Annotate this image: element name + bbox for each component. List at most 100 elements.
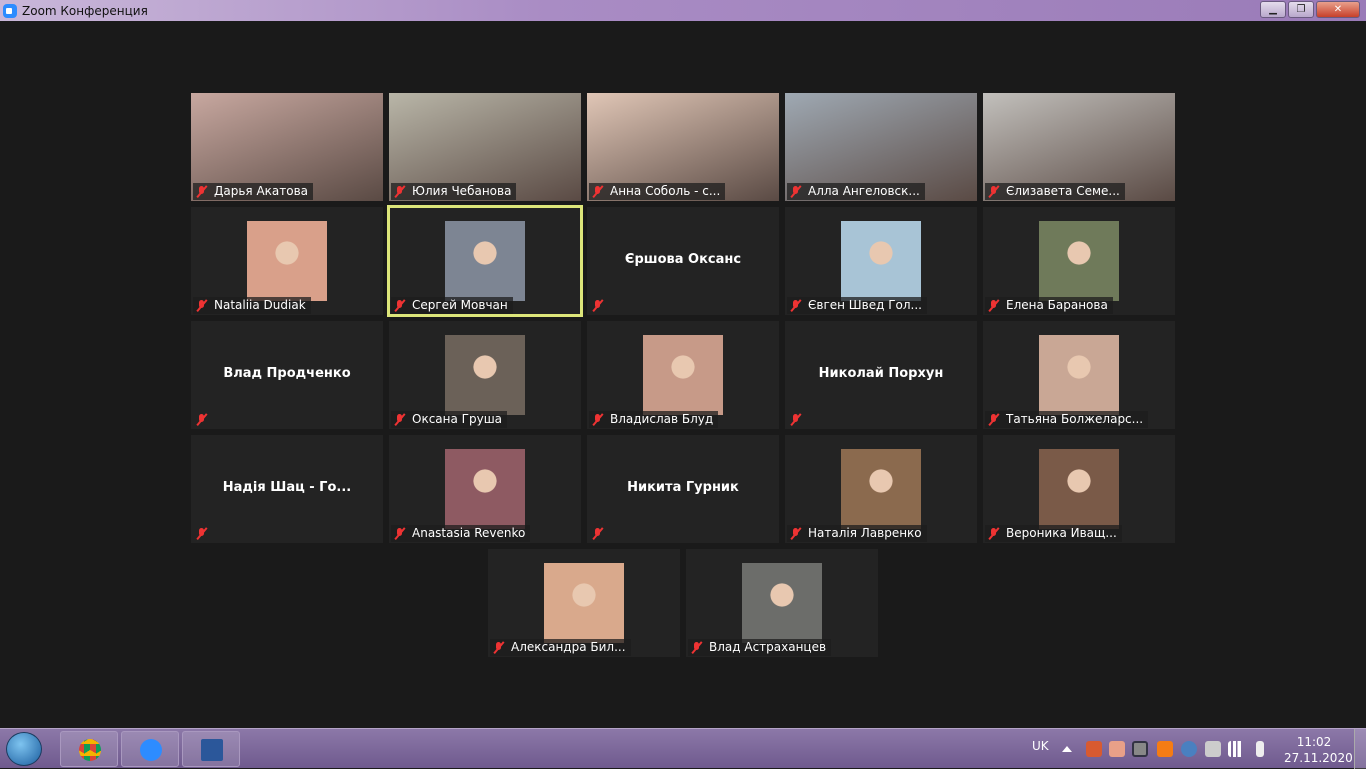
participant-tile[interactable]: Надія Шац - Го... <box>191 435 383 543</box>
close-button[interactable]: ✕ <box>1316 1 1360 18</box>
participant-tile[interactable]: Єршова Оксанс <box>587 207 779 315</box>
participant-name: Дарья Акатова <box>214 184 309 198</box>
participant-label: Анна Соболь - с... <box>589 183 726 200</box>
participant-tile[interactable]: Nataliia Dudiak <box>191 207 383 315</box>
muted-mic-icon <box>393 413 406 426</box>
participant-label: Алла Ангеловск... <box>787 183 925 200</box>
app-tray-icon[interactable] <box>1181 741 1197 757</box>
window-title: Zoom Конференция <box>22 3 148 18</box>
participant-name: Владислав Блуд <box>610 412 714 426</box>
language-indicator[interactable]: UK <box>1032 739 1049 753</box>
participant-tile[interactable]: Владислав Блуд <box>587 321 779 429</box>
participant-tile[interactable]: Анна Соболь - с... <box>587 93 779 201</box>
muted-mic-icon <box>789 527 802 540</box>
clock-time: 11:02 <box>1296 735 1332 749</box>
participant-name: Влад Астраханцев <box>709 640 827 654</box>
start-button[interactable] <box>6 732 42 766</box>
display-icon[interactable] <box>1132 741 1148 757</box>
taskbar-chrome[interactable] <box>60 731 118 767</box>
participant-label: Nataliia Dudiak <box>193 297 311 314</box>
window-titlebar: Zoom Конференция ▁ ❐ ✕ <box>0 0 1366 21</box>
network-icon[interactable] <box>1228 741 1244 757</box>
participant-avatar <box>445 449 525 529</box>
muted-mic-icon <box>987 413 1000 426</box>
participant-tile[interactable]: Александра Бил... <box>488 549 680 657</box>
volume-icon[interactable] <box>1109 741 1125 757</box>
taskbar-zoom[interactable] <box>121 731 179 767</box>
muted-mic-icon <box>987 185 1000 198</box>
participant-avatar <box>742 563 822 643</box>
muted-mic-icon <box>987 299 1000 312</box>
participant-name: Алла Ангеловск... <box>808 184 920 198</box>
participant-name: Євген Швед Гол... <box>808 298 922 312</box>
participant-name-display: Никита Гурник <box>627 480 739 495</box>
muted-mic-icon <box>393 299 406 312</box>
participant-avatar <box>841 221 921 301</box>
zoom-app-icon <box>3 3 17 18</box>
participant-label: Влад Астраханцев <box>688 639 832 656</box>
participant-label: Сергей Мовчан <box>391 297 513 314</box>
muted-mic-icon <box>195 527 208 540</box>
participant-tile[interactable]: Алла Ангеловск... <box>785 93 977 201</box>
participant-label: Євген Швед Гол... <box>787 297 927 314</box>
participant-name: Вероника Иващ... <box>1006 526 1117 540</box>
muted-mic-icon <box>195 185 208 198</box>
participant-label: Оксана Груша <box>391 411 508 428</box>
zoom-icon <box>140 739 162 761</box>
participant-label <box>193 411 219 428</box>
participant-tile[interactable]: Елена Баранова <box>983 207 1175 315</box>
participant-tile[interactable]: Никита Гурник <box>587 435 779 543</box>
avast-icon[interactable] <box>1157 741 1173 757</box>
participant-label <box>787 411 813 428</box>
participant-avatar <box>1039 221 1119 301</box>
muted-mic-icon <box>789 299 802 312</box>
power-icon[interactable] <box>1205 741 1221 757</box>
participant-tile[interactable]: Вероника Иващ... <box>983 435 1175 543</box>
participant-tile[interactable]: Наталія Лавренко <box>785 435 977 543</box>
participant-tile[interactable]: Николай Порхун <box>785 321 977 429</box>
muted-mic-icon <box>591 527 604 540</box>
maximize-button[interactable]: ❐ <box>1288 1 1314 18</box>
muted-mic-icon <box>789 413 802 426</box>
show-hidden-icons[interactable] <box>1062 746 1072 752</box>
participant-name: Татьяна Болжеларс... <box>1006 412 1144 426</box>
participant-name: Anastasia Revenko <box>412 526 526 540</box>
taskbar-word[interactable] <box>182 731 240 767</box>
participant-name-display: Влад Продченко <box>223 366 351 381</box>
muted-mic-icon <box>195 299 208 312</box>
participant-tile[interactable]: Юлия Чебанова <box>389 93 581 201</box>
participant-avatar <box>445 335 525 415</box>
participant-tile[interactable]: Євген Швед Гол... <box>785 207 977 315</box>
participant-name: Nataliia Dudiak <box>214 298 306 312</box>
speaker-icon[interactable] <box>1256 741 1264 757</box>
show-desktop-button[interactable] <box>1354 729 1366 769</box>
participant-avatar <box>544 563 624 643</box>
participant-tile[interactable]: Влад Астраханцев <box>686 549 878 657</box>
participant-tile[interactable]: Татьяна Болжеларс... <box>983 321 1175 429</box>
participant-label: Дарья Акатова <box>193 183 314 200</box>
participant-tile[interactable]: Дарья Акатова <box>191 93 383 201</box>
participant-avatar <box>1039 335 1119 415</box>
participant-tile[interactable]: Anastasia Revenko <box>389 435 581 543</box>
participant-label: Александра Бил... <box>490 639 631 656</box>
participant-name: Оксана Груша <box>412 412 503 426</box>
participant-label: Наталія Лавренко <box>787 525 927 542</box>
participant-label <box>589 297 615 314</box>
minimize-button[interactable]: ▁ <box>1260 1 1286 18</box>
ccleaner-icon[interactable] <box>1086 741 1102 757</box>
participant-avatar <box>643 335 723 415</box>
muted-mic-icon <box>591 299 604 312</box>
clock[interactable]: 11:02 27.11.2020 <box>1284 734 1353 766</box>
participant-tile[interactable]: Влад Продченко <box>191 321 383 429</box>
muted-mic-icon <box>492 641 505 654</box>
participant-tile[interactable]: Сергей Мовчан <box>387 205 583 317</box>
chrome-icon <box>79 739 101 761</box>
participant-name: Наталія Лавренко <box>808 526 922 540</box>
participant-name: Сергей Мовчан <box>412 298 508 312</box>
participant-tile[interactable]: Єлизавета Семе... <box>983 93 1175 201</box>
participant-tile[interactable]: Оксана Груша <box>389 321 581 429</box>
muted-mic-icon <box>591 413 604 426</box>
participant-label: Юлия Чебанова <box>391 183 517 200</box>
muted-mic-icon <box>393 527 406 540</box>
participant-name: Юлия Чебанова <box>412 184 512 198</box>
